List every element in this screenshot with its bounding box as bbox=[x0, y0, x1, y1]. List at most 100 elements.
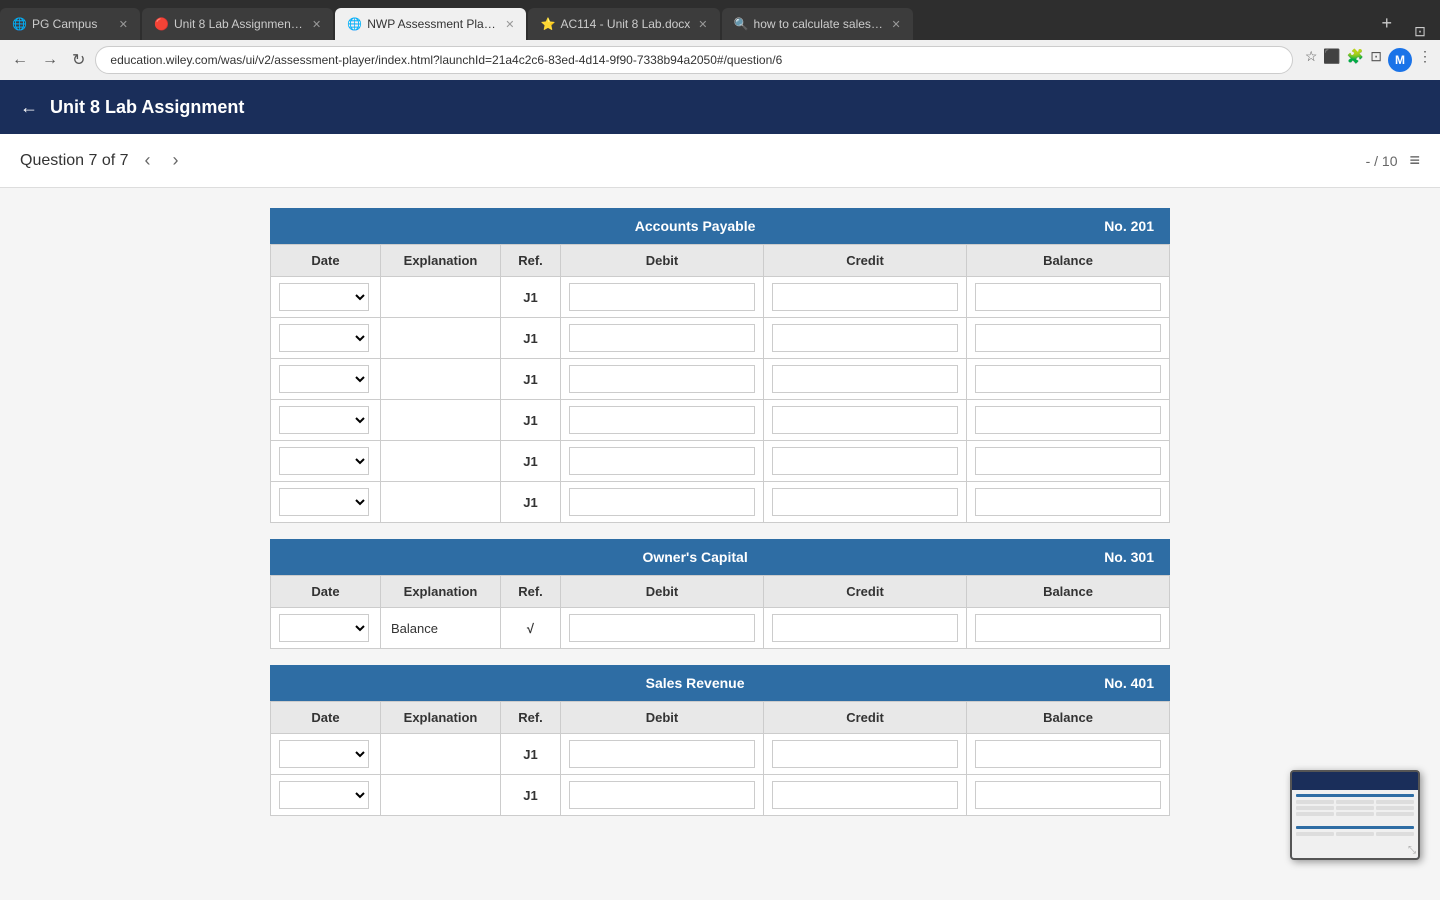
explanation-cell: Balance bbox=[381, 608, 501, 649]
reload-button[interactable]: ↻ bbox=[68, 48, 89, 72]
debit-input[interactable] bbox=[569, 324, 755, 352]
credit-input[interactable] bbox=[772, 324, 958, 352]
address-input[interactable] bbox=[95, 46, 1292, 74]
question-nav-bar: Question 7 of 7 ‹ › - / 10 ≡ bbox=[0, 134, 1440, 188]
browser-tab-pg-campus[interactable]: 🌐 PG Campus ✕ bbox=[0, 8, 140, 40]
tab-close-button[interactable]: ✕ bbox=[497, 18, 514, 31]
resize-handle[interactable]: ⤡ bbox=[1408, 845, 1416, 856]
ref-cell: J1 bbox=[501, 734, 561, 775]
table-row: J1 bbox=[271, 318, 1170, 359]
column-header-credit: Credit bbox=[764, 576, 967, 608]
column-header-debit: Debit bbox=[561, 576, 764, 608]
cast-icon[interactable]: ⊡ bbox=[1370, 48, 1382, 72]
window-controls: ⊡ bbox=[1414, 23, 1426, 40]
menu-icon[interactable]: ⋮ bbox=[1418, 48, 1432, 72]
credit-input[interactable] bbox=[772, 406, 958, 434]
column-header-date: Date bbox=[271, 576, 381, 608]
balance-input[interactable] bbox=[975, 365, 1161, 393]
browser-tab-how-to-calculate[interactable]: 🔍 how to calculate sales revenue... ✕ bbox=[722, 8, 913, 40]
debit-input[interactable] bbox=[569, 781, 755, 809]
balance-input[interactable] bbox=[975, 488, 1161, 516]
browser-chrome: 🌐 PG Campus ✕🔴 Unit 8 Lab Assignment - A… bbox=[0, 0, 1440, 80]
table-row: J1 bbox=[271, 775, 1170, 816]
balance-input[interactable] bbox=[975, 283, 1161, 311]
credit-input[interactable] bbox=[772, 283, 958, 311]
credit-input[interactable] bbox=[772, 365, 958, 393]
credit-input[interactable] bbox=[772, 614, 958, 642]
date-select[interactable] bbox=[279, 740, 369, 768]
balance-input[interactable] bbox=[975, 447, 1161, 475]
explanation-cell bbox=[381, 734, 501, 775]
date-cell bbox=[271, 482, 381, 523]
next-question-button[interactable]: › bbox=[167, 148, 185, 173]
back-nav-button[interactable]: ← bbox=[8, 49, 32, 71]
date-select[interactable] bbox=[279, 324, 369, 352]
credit-input[interactable] bbox=[772, 781, 958, 809]
extensions-icon[interactable]: ⬛ bbox=[1323, 48, 1340, 72]
ledger-number: No. 301 bbox=[1104, 549, 1154, 565]
debit-input[interactable] bbox=[569, 488, 755, 516]
tab-close-button[interactable]: ✕ bbox=[304, 18, 321, 31]
balance-input[interactable] bbox=[975, 406, 1161, 434]
balance-cell bbox=[967, 441, 1170, 482]
debit-input[interactable] bbox=[569, 406, 755, 434]
tab-close-button[interactable]: ✕ bbox=[111, 18, 128, 31]
date-select[interactable] bbox=[279, 365, 369, 393]
date-select[interactable] bbox=[279, 488, 369, 516]
date-cell bbox=[271, 277, 381, 318]
ledger-title: Owner's Capital bbox=[286, 549, 1104, 565]
tab-label: how to calculate sales revenue... bbox=[754, 17, 884, 31]
balance-input[interactable] bbox=[975, 781, 1161, 809]
date-select[interactable] bbox=[279, 406, 369, 434]
date-select[interactable] bbox=[279, 781, 369, 809]
debit-input[interactable] bbox=[569, 740, 755, 768]
column-header-date: Date bbox=[271, 702, 381, 734]
column-header-debit: Debit bbox=[561, 245, 764, 277]
forward-nav-button[interactable]: → bbox=[38, 49, 62, 71]
credit-input[interactable] bbox=[772, 740, 958, 768]
question-label: Question 7 of 7 bbox=[20, 152, 129, 170]
new-tab-button[interactable]: + bbox=[1373, 13, 1400, 34]
bookmark-icon[interactable]: ☆ bbox=[1305, 48, 1318, 72]
date-cell bbox=[271, 359, 381, 400]
ledger-accounts-payable: Accounts Payable No. 201 DateExplanation… bbox=[270, 208, 1170, 523]
balance-input[interactable] bbox=[975, 324, 1161, 352]
debit-cell bbox=[561, 359, 764, 400]
browser-tab-ac114-docx[interactable]: ⭐ AC114 - Unit 8 Lab.docx ✕ bbox=[528, 8, 719, 40]
balance-cell bbox=[967, 482, 1170, 523]
ref-cell: J1 bbox=[501, 318, 561, 359]
explanation-cell bbox=[381, 441, 501, 482]
credit-input[interactable] bbox=[772, 488, 958, 516]
column-header-balance: Balance bbox=[967, 576, 1170, 608]
ref-cell: J1 bbox=[501, 277, 561, 318]
list-icon[interactable]: ≡ bbox=[1409, 150, 1420, 171]
column-header-credit: Credit bbox=[764, 702, 967, 734]
browser-icons: ☆ ⬛ 🧩 ⊡ M ⋮ bbox=[1305, 48, 1432, 72]
tab-close-button[interactable]: ✕ bbox=[690, 18, 707, 31]
debit-input[interactable] bbox=[569, 365, 755, 393]
back-button[interactable]: ← bbox=[20, 97, 38, 118]
column-header-ref-: Ref. bbox=[501, 245, 561, 277]
tab-close-button[interactable]: ✕ bbox=[884, 18, 901, 31]
date-select[interactable] bbox=[279, 447, 369, 475]
debit-input[interactable] bbox=[569, 447, 755, 475]
browser-tab-unit8-lab[interactable]: 🔴 Unit 8 Lab Assignment - AC11... ✕ bbox=[142, 8, 333, 40]
debit-cell bbox=[561, 608, 764, 649]
prev-question-button[interactable]: ‹ bbox=[139, 148, 157, 173]
content-inner: Accounts Payable No. 201 DateExplanation… bbox=[270, 208, 1170, 832]
credit-cell bbox=[764, 441, 967, 482]
profile-avatar[interactable]: M bbox=[1388, 48, 1412, 72]
date-select[interactable] bbox=[279, 614, 369, 642]
credit-cell bbox=[764, 277, 967, 318]
balance-cell bbox=[967, 608, 1170, 649]
date-select[interactable] bbox=[279, 283, 369, 311]
debit-input[interactable] bbox=[569, 614, 755, 642]
credit-input[interactable] bbox=[772, 447, 958, 475]
debit-cell bbox=[561, 775, 764, 816]
balance-input[interactable] bbox=[975, 740, 1161, 768]
balance-input[interactable] bbox=[975, 614, 1161, 642]
browser-tab-nwp-assessment[interactable]: 🌐 NWP Assessment Player UI Ap... ✕ bbox=[335, 8, 526, 40]
balance-cell bbox=[967, 318, 1170, 359]
puzzle-icon[interactable]: 🧩 bbox=[1347, 48, 1364, 72]
debit-input[interactable] bbox=[569, 283, 755, 311]
